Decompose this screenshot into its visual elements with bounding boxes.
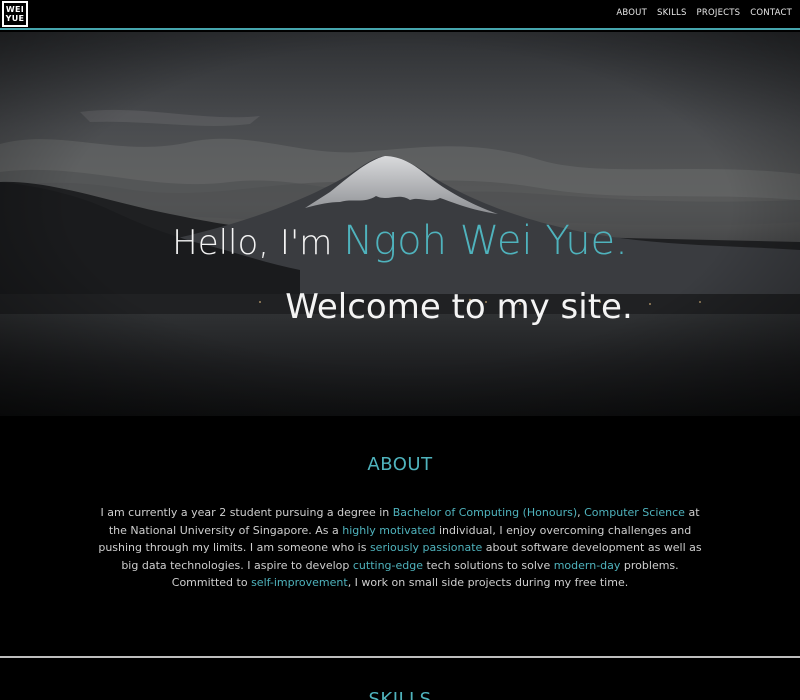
nav-link-about[interactable]: ABOUT [616, 8, 647, 18]
nav-link-skills[interactable]: SKILLS [657, 8, 687, 18]
about-title: ABOUT [367, 454, 433, 475]
about-highlight: seriously passionate [369, 541, 483, 554]
hero-name: Ngoh Wei Yue. [343, 218, 628, 264]
section-divider [0, 656, 800, 658]
nav-links: ABOUT SKILLS PROJECTS CONTACT [616, 8, 792, 18]
logo-line-1: WEI [5, 5, 25, 14]
about-section: ABOUT I am currently a year 2 student pu… [0, 416, 800, 656]
site-logo[interactable]: WEI YUE [2, 1, 28, 27]
nav-link-contact[interactable]: CONTACT [750, 8, 792, 18]
hero-section: Hello, I'm Ngoh Wei Yue. Welcome to my s… [0, 32, 800, 416]
about-highlight: self-improvement [251, 576, 348, 589]
logo-line-2: YUE [5, 14, 25, 23]
about-paragraph: I am currently a year 2 student pursuing… [92, 504, 708, 592]
about-text-segment: I am currently a year 2 student pursuing… [100, 506, 393, 519]
about-highlight: modern-day [553, 558, 621, 572]
nav-link-projects[interactable]: PROJECTS [697, 8, 741, 18]
about-highlight: highly motivated [342, 523, 436, 537]
about-highlight: Bachelor of Computing (Honours) [392, 506, 578, 519]
navbar: WEI YUE ABOUT SKILLS PROJECTS CONTACT [0, 0, 800, 30]
hero-heading: Hello, I'm Ngoh Wei Yue. [0, 218, 800, 264]
hero-welcome: Welcome to my site. [285, 287, 633, 327]
skills-title: SKILLS [368, 689, 432, 700]
about-text-segment: tech solutions to solve [423, 558, 554, 572]
about-highlight: cutting-edge [352, 558, 423, 572]
about-highlight: Computer Science [584, 506, 685, 519]
hero-greeting: Hello, I'm [172, 223, 344, 263]
about-text-segment: , I work on small side projects during m… [347, 576, 629, 589]
